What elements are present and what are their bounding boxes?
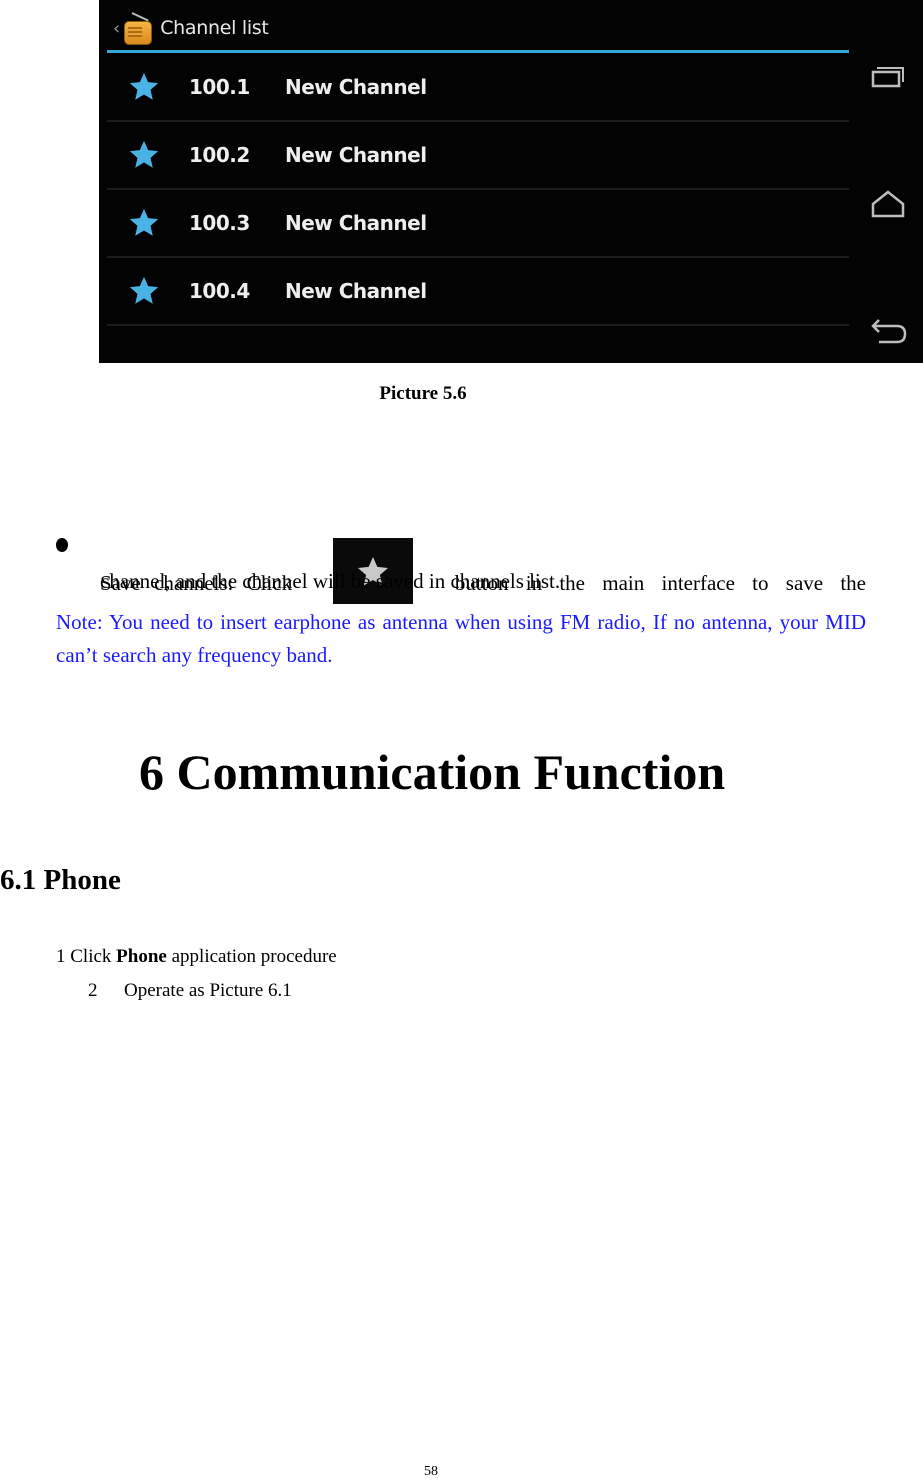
screen-title: Channel list xyxy=(160,17,269,39)
channel-name: New Channel xyxy=(285,279,427,303)
channel-row[interactable]: 100.4 New Channel xyxy=(107,258,849,326)
star-icon[interactable] xyxy=(127,138,161,172)
channel-frequency: 100.3 xyxy=(189,211,250,235)
channel-row[interactable]: 100.3 New Channel xyxy=(107,190,849,258)
channel-list-screenshot: ‹ Channel list 100.1 New Channel 100.2 N… xyxy=(99,0,923,363)
channel-name: New Channel xyxy=(285,211,427,235)
back-chevron-icon[interactable]: ‹ xyxy=(113,18,120,39)
star-icon[interactable] xyxy=(127,274,161,308)
channel-name: New Channel xyxy=(285,75,427,99)
figure-caption: Picture 5.6 xyxy=(379,383,467,404)
step-1-bold: Phone xyxy=(116,946,167,967)
step-2: 2 Operate as Picture 6.1 xyxy=(88,980,292,1002)
page-number: 58 xyxy=(424,1464,438,1479)
channel-list: 100.1 New Channel 100.2 New Channel 100.… xyxy=(107,54,849,326)
system-nav-bar xyxy=(853,0,923,363)
bullet-icon xyxy=(56,538,68,552)
step-1-suffix: application procedure xyxy=(166,946,337,967)
chapter-heading: 6 Communication Function xyxy=(139,744,726,800)
channel-row[interactable]: 100.1 New Channel xyxy=(107,54,849,122)
title-divider xyxy=(107,50,849,53)
channel-frequency: 100.1 xyxy=(189,75,250,99)
step-2-number: 2 xyxy=(88,980,98,1001)
channel-frequency: 100.2 xyxy=(189,143,250,167)
channel-name: New Channel xyxy=(285,143,427,167)
star-icon[interactable] xyxy=(127,206,161,240)
star-icon[interactable] xyxy=(127,70,161,104)
back-icon[interactable] xyxy=(865,312,911,348)
home-icon[interactable] xyxy=(865,186,911,222)
bullet-line-2: channel, and the channel will be saved i… xyxy=(100,569,561,593)
step-1: 1 Click Phone application procedure xyxy=(56,946,337,968)
step-1-prefix: 1 Click xyxy=(56,946,117,967)
channel-frequency: 100.4 xyxy=(189,279,250,303)
action-bar[interactable]: ‹ Channel list xyxy=(113,8,853,48)
step-2-text: Operate as Picture 6.1 xyxy=(124,980,292,1001)
antenna-note: Note: You need to insert earphone as ant… xyxy=(56,610,866,667)
recent-apps-icon[interactable] xyxy=(865,60,911,96)
channel-row[interactable]: 100.2 New Channel xyxy=(107,122,849,190)
section-heading: 6.1 Phone xyxy=(0,864,121,896)
radio-app-icon xyxy=(122,12,153,45)
